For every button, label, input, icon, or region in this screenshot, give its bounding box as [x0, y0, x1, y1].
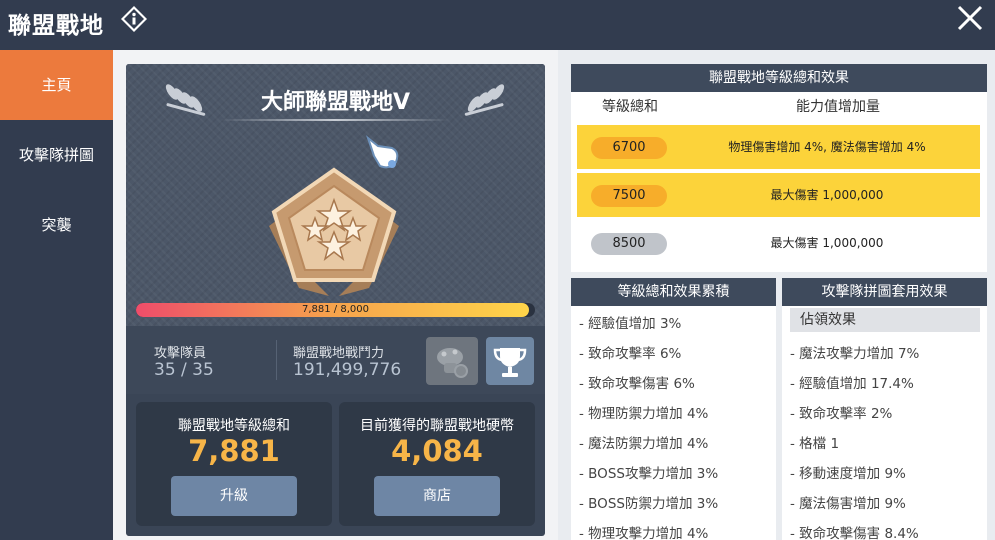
- effect-column-header: 能力值增加量: [796, 99, 880, 115]
- puzzle-effects-panel[interactable]: 攻擊隊拼圖套用效果 佔領效果 - 魔法攻擊力增加 7% - 經驗值增加 17.4…: [782, 278, 987, 540]
- stats-row: 攻擊隊員 35 / 35 聯盟戰地戰鬥力 191,499,776: [126, 326, 545, 394]
- coins-card: 目前獲得的聯盟戰地硬幣 4,084 商店: [339, 402, 535, 526]
- upgrade-button[interactable]: 升級: [171, 476, 297, 516]
- accumulated-effects-panel[interactable]: 等級總和效果累積 - 經驗值增加 3% - 致命攻擊率 6% - 致命攻擊傷害 …: [571, 278, 776, 540]
- coins-value: 4,084: [391, 434, 483, 468]
- level-pill: 6700: [591, 137, 667, 159]
- mushroom-character-icon: [437, 348, 468, 378]
- members-label: 攻擊隊員: [154, 346, 207, 361]
- level-effect-text: 物理傷害增加 4%, 魔法傷害增加 4%: [728, 140, 926, 154]
- shop-button[interactable]: 商店: [374, 476, 500, 516]
- title-underline: [220, 119, 450, 121]
- list-item: - 致命攻擊傷害 6%: [579, 376, 695, 392]
- list-item: - 魔法防禦力增加 4%: [579, 436, 709, 452]
- ranking-button[interactable]: [486, 337, 534, 385]
- level-effects-title: 聯盟戰地等級總和效果: [571, 64, 987, 92]
- list-item: - 移動速度增加 9%: [790, 466, 906, 482]
- pentagon-star-badge-icon: [269, 167, 399, 296]
- level-effects-panel: 聯盟戰地等級總和效果 等級總和 能力值增加量 6700 物理傷害增加 4%, 魔…: [571, 64, 987, 272]
- level-column-header: 等級總和: [602, 99, 658, 115]
- close-icon[interactable]: [955, 3, 985, 33]
- level-effect-row: 8500 最大傷害 1,000,000: [577, 221, 980, 265]
- level-effect-row: 7500 最大傷害 1,000,000: [577, 173, 980, 217]
- occupation-effect-heading: 佔領效果: [790, 308, 980, 332]
- level-effect-text: 最大傷害 1,000,000: [770, 188, 884, 202]
- puzzle-effects-title: 攻擊隊拼圖套用效果: [782, 278, 987, 306]
- accumulated-effects-title: 等級總和效果累積: [571, 278, 776, 306]
- window-title: 聯盟戰地: [8, 13, 104, 39]
- union-hero-panel: 大師聯盟戰地V 7,881 / 8,000 攻擊隊員 35 / 35 聯盟戰地戰…: [126, 64, 545, 536]
- list-item: - 魔法傷害增加 9%: [790, 496, 906, 512]
- top-bar: 聯盟戰地: [0, 0, 995, 50]
- sidebar-item-home[interactable]: 主頁: [0, 50, 113, 120]
- progress-text: 7,881 / 8,000: [302, 304, 369, 315]
- stat-divider: [276, 340, 277, 380]
- info-icon[interactable]: [120, 5, 148, 33]
- union-rank-title: 大師聯盟戰地V: [260, 90, 411, 115]
- list-item: - 物理防禦力增加 4%: [579, 406, 709, 422]
- level-pill: 8500: [591, 233, 667, 255]
- character-button[interactable]: [426, 337, 478, 385]
- sidebar-item-puzzle[interactable]: 攻擊隊拼圖: [0, 120, 113, 190]
- list-item: - 經驗值增加 17.4%: [790, 376, 914, 392]
- sidebar: 主頁 攻擊隊拼圖 突襲: [0, 50, 113, 540]
- list-item: - 致命攻擊率 6%: [579, 346, 682, 362]
- level-pill: 7500: [591, 185, 667, 207]
- list-item: - BOSS防禦力增加 3%: [579, 496, 719, 512]
- list-item: - BOSS攻擊力增加 3%: [579, 466, 719, 482]
- level-total-label: 聯盟戰地等級總和: [178, 418, 290, 434]
- level-total-card: 聯盟戰地等級總和 7,881 升級: [136, 402, 332, 526]
- list-item: - 物理攻擊力增加 4%: [579, 526, 709, 540]
- power-label: 聯盟戰地戰鬥力: [293, 346, 385, 361]
- members-value: 35 / 35: [154, 360, 214, 380]
- level-effect-text: 最大傷害 1,000,000: [770, 236, 884, 250]
- coins-label: 目前獲得的聯盟戰地硬幣: [360, 418, 514, 434]
- list-item: - 致命攻擊傷害 8.4%: [790, 526, 919, 540]
- list-item: - 魔法攻擊力增加 7%: [790, 346, 920, 362]
- level-total-value: 7,881: [188, 434, 280, 468]
- sidebar-item-raid[interactable]: 突襲: [0, 190, 113, 260]
- list-item: - 格檔 1: [790, 436, 840, 452]
- union-progress-bar: 7,881 / 8,000: [136, 303, 535, 317]
- list-item: - 經驗值增加 3%: [579, 316, 682, 332]
- trophy-icon: [493, 348, 527, 377]
- power-value: 191,499,776: [293, 360, 402, 380]
- list-item: - 致命攻擊率 2%: [790, 406, 893, 422]
- level-effect-row: 6700 物理傷害增加 4%, 魔法傷害增加 4%: [577, 125, 980, 169]
- pointing-hand-icon: [365, 135, 399, 169]
